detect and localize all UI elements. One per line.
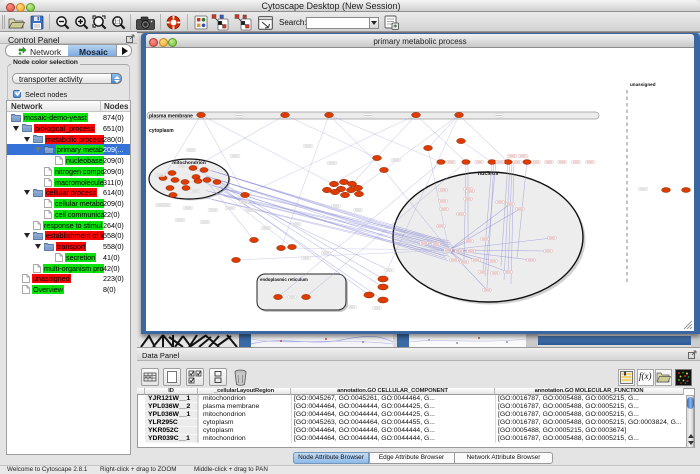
svg-text:cytoplasm: cytoplasm xyxy=(149,128,174,134)
svg-text:1:1: 1:1 xyxy=(114,19,121,25)
svg-text:endoplasmic reticulum: endoplasmic reticulum xyxy=(260,277,308,282)
svg-text:unassigned: unassigned xyxy=(630,82,656,87)
svg-text:plasma membrane: plasma membrane xyxy=(149,114,193,120)
